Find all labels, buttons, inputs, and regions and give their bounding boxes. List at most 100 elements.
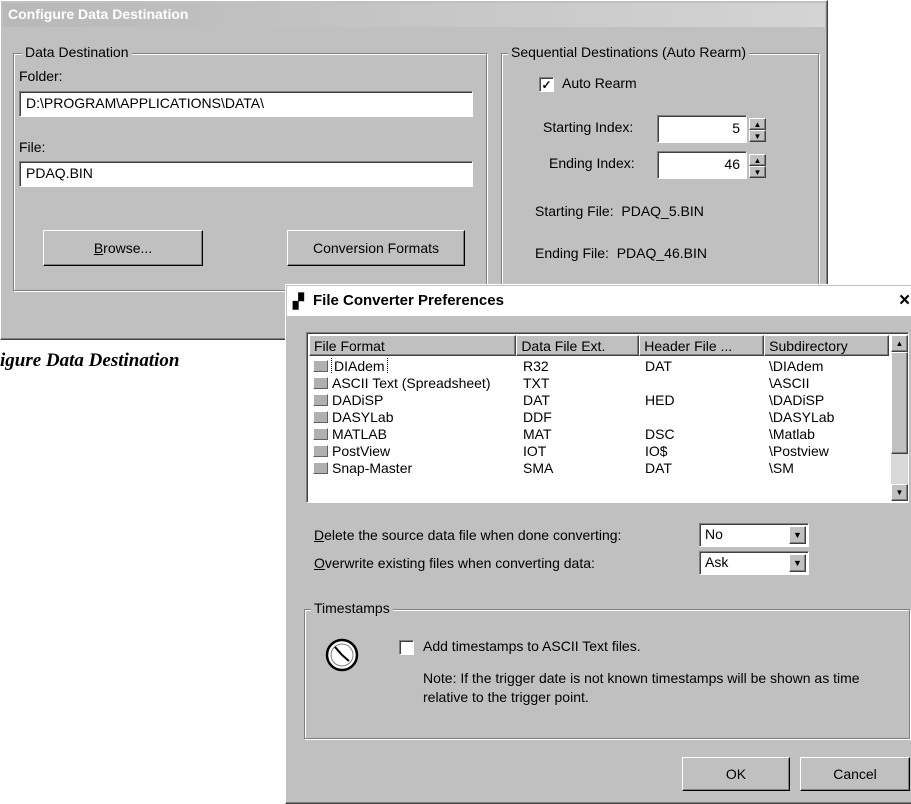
file-format-list[interactable]: File Format Data File Ext. Header File .…: [306, 332, 909, 503]
subdir-cell: \DADiSP: [769, 391, 825, 408]
folder-field[interactable]: D:\PROGRAM\APPLICATIONS\DATA\: [19, 91, 473, 117]
file-format-text: DADiSP: [332, 391, 384, 408]
list-item[interactable]: ASCII Text (Spreadsheet) TXT \ASCII: [309, 374, 889, 391]
folder-field-value: D:\PROGRAM\APPLICATIONS\DATA\: [26, 95, 265, 111]
scroll-down-icon[interactable]: ▼: [891, 484, 908, 501]
list-scrollbar[interactable]: ▲ ▼: [891, 335, 908, 501]
column-header-file-format[interactable]: File Format: [309, 335, 517, 356]
cancel-label: Cancel: [833, 766, 877, 782]
timestamps-note: Note: If the trigger date is not known t…: [423, 670, 860, 705]
chevron-down-icon[interactable]: ▼: [789, 554, 806, 572]
starting-file-text: Starting File: PDAQ_5.BIN: [535, 203, 704, 219]
sequential-destinations-legend: Sequential Destinations (Auto Rearm): [508, 44, 750, 60]
file-format-cell: DADiSP: [309, 392, 519, 408]
window-title: Configure Data Destination: [8, 6, 189, 22]
file-format-cell: ASCII Text (Spreadsheet): [309, 375, 519, 391]
file-format-text: Snap-Master: [332, 459, 413, 476]
clock-icon: [325, 638, 359, 672]
delete-label-text: elete the source data file when done con…: [324, 527, 622, 543]
delete-source-select[interactable]: No ▼: [699, 523, 809, 547]
timestamps-legend: Timestamps: [311, 600, 393, 616]
header-cell: IO$: [645, 442, 668, 459]
subdir-cell: \SM: [769, 459, 794, 476]
column-header-header-file[interactable]: Header File ...: [639, 335, 765, 356]
spin-down-icon[interactable]: ▼: [749, 166, 766, 178]
column-header-data-file-ext[interactable]: Data File Ext.: [516, 335, 640, 356]
starting-index-label: Starting Index:: [543, 119, 634, 135]
column-header-subdirectory[interactable]: Subdirectory: [764, 335, 890, 356]
list-rows: DIAdem R32 DAT \DIAdem ASCII Text (Spreadshe…: [309, 357, 889, 476]
delete-mnemonic: D: [314, 527, 325, 543]
list-item[interactable]: PostView IOT IO$ \Postview: [309, 442, 889, 459]
subdir-cell: \Postview: [769, 442, 829, 459]
ok-label: OK: [725, 766, 747, 782]
file-format-cell: PostView: [309, 443, 519, 459]
header-cell: DSC: [645, 425, 675, 442]
list-item[interactable]: DADiSP DAT HED \DADiSP: [309, 391, 889, 408]
overwrite-mnemonic: O: [314, 555, 325, 571]
figure-caption: igure Data Destination: [0, 350, 180, 371]
delete-select-value: No: [705, 526, 723, 542]
spin-down-icon[interactable]: ▼: [749, 130, 766, 142]
overwrite-label-text: verwrite existing files when converting …: [324, 555, 595, 571]
ending-index-field[interactable]: 46: [657, 151, 747, 179]
cancel-button[interactable]: Cancel: [800, 757, 910, 791]
auto-rearm-checkbox[interactable]: ✓: [539, 77, 554, 92]
ext-cell: R32: [523, 357, 549, 374]
file-format-cell: DASYLab: [309, 409, 519, 425]
scroll-thumb[interactable]: [891, 352, 908, 454]
file-format-text: MATLAB: [332, 425, 387, 442]
scroll-up-icon[interactable]: ▲: [891, 335, 908, 352]
delete-source-label: Delete the source data file when done co…: [314, 527, 621, 543]
file-format-cell: Snap-Master: [309, 460, 519, 476]
chevron-down-icon[interactable]: ▼: [789, 526, 806, 544]
file-format-text: DASYLab: [332, 408, 394, 425]
ext-cell: DDF: [523, 408, 552, 425]
header-cell: DAT: [645, 357, 672, 374]
window-title-bar[interactable]: ▞ File Converter Preferences ×: [287, 286, 911, 316]
overwrite-select[interactable]: Ask ▼: [699, 551, 809, 575]
conversion-formats-label: Conversion Formats: [312, 240, 440, 256]
overwrite-select-value: Ask: [705, 554, 729, 570]
file-type-icon: [313, 444, 328, 457]
spin-up-icon[interactable]: ▲: [749, 154, 766, 166]
ext-cell: TXT: [523, 374, 550, 391]
list-item[interactable]: MATLAB MAT DSC \Matlab: [309, 425, 889, 442]
ending-index-spinner[interactable]: ▲ ▼: [749, 154, 766, 178]
list-header: File Format Data File Ext. Header File .…: [309, 335, 890, 356]
list-item[interactable]: Snap-Master SMA DAT \SM: [309, 459, 889, 476]
file-type-icon: [313, 461, 328, 474]
ext-cell: MAT: [523, 425, 552, 442]
close-icon[interactable]: ×: [899, 290, 910, 312]
header-cell: DAT: [645, 459, 672, 476]
subdir-cell: \DASYLab: [769, 408, 835, 425]
browse-button[interactable]: Browse...: [43, 230, 203, 266]
add-timestamps-checkbox[interactable]: [399, 640, 414, 655]
starting-index-spinner[interactable]: ▲ ▼: [749, 118, 766, 142]
starting-index-field[interactable]: 5: [657, 115, 747, 143]
checkmark-icon: ✓: [541, 77, 552, 92]
conversion-formats-button[interactable]: Conversion Formats: [287, 230, 465, 266]
header-cell: HED: [645, 391, 675, 408]
file-type-icon: [313, 393, 328, 406]
ext-cell: IOT: [523, 442, 547, 459]
file-format-text: DIAdem: [331, 357, 388, 374]
ok-button[interactable]: OK: [682, 757, 790, 791]
file-field[interactable]: PDAQ.BIN: [19, 161, 473, 187]
ext-cell: DAT: [523, 391, 550, 408]
auto-rearm-label: Auto Rearm: [562, 75, 637, 91]
window-title-bar[interactable]: Configure Data Destination: [3, 3, 825, 27]
list-item[interactable]: DASYLab DDF \DASYLab: [309, 408, 889, 425]
starting-index-value: 5: [732, 120, 740, 136]
file-format-cell: MATLAB: [309, 426, 519, 442]
file-format-text: ASCII Text (Spreadsheet): [332, 374, 491, 391]
file-type-icon: [313, 410, 328, 423]
browse-mnemonic: B: [93, 240, 104, 256]
spin-up-icon[interactable]: ▲: [749, 118, 766, 130]
list-item[interactable]: DIAdem R32 DAT \DIAdem: [309, 357, 889, 374]
ending-index-value: 46: [724, 156, 740, 172]
ending-index-label: Ending Index:: [549, 155, 635, 171]
file-type-icon: [313, 376, 328, 389]
file-format-text: PostView: [332, 442, 391, 459]
data-destination-legend: Data Destination: [22, 44, 132, 60]
